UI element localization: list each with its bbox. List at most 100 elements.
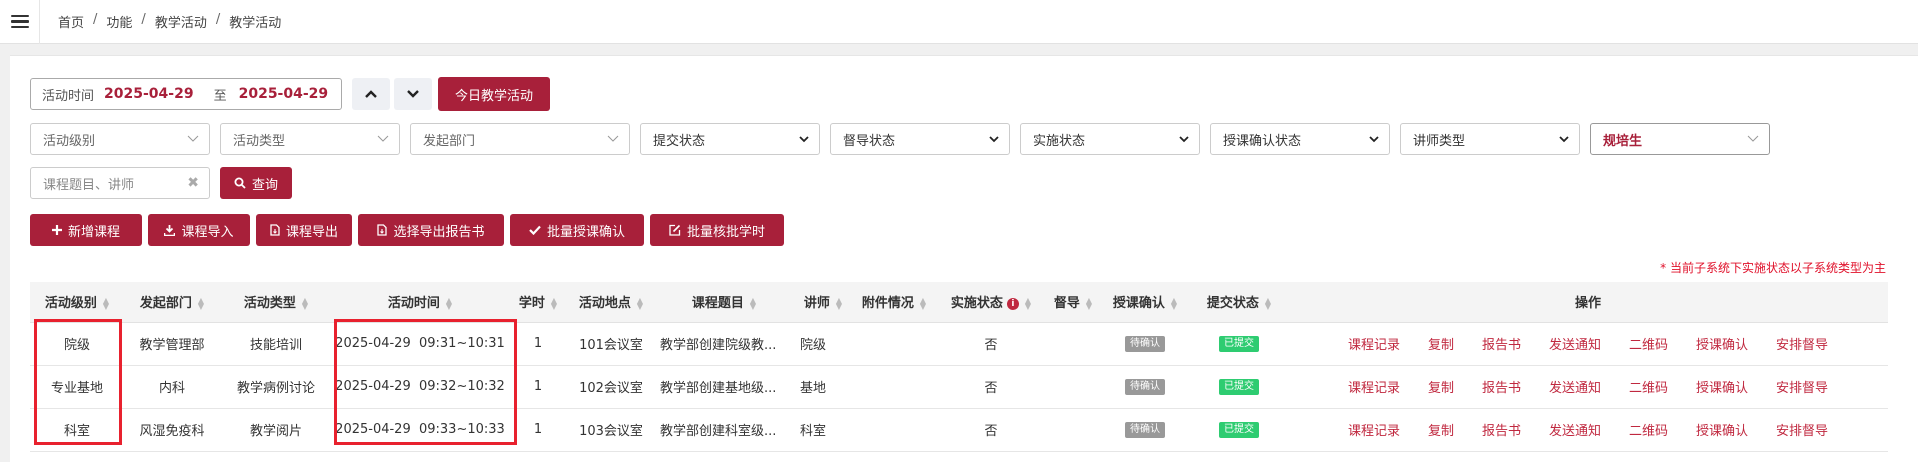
op-notify-link[interactable]: 发送通知 (1549, 381, 1601, 396)
filter-activity-level[interactable]: 活动级别 (30, 123, 210, 155)
sort-icon[interactable]: ▲ ▼ (198, 296, 204, 310)
op-report-link[interactable]: 报告书 (1482, 338, 1521, 353)
clear-icon[interactable]: ✖ (187, 175, 199, 191)
export-report-button[interactable]: 选择导出报告书 (358, 214, 504, 246)
highlight-box-time (334, 319, 517, 445)
table-row: 专业基地 内科 教学病例讨论 2025-04-29 09:32~10:32 1 … (30, 365, 1888, 409)
top-bar: 首页 / 功能 / 教学活动 / 教学活动 (0, 0, 1918, 44)
add-course-button[interactable]: 新增课程 (30, 214, 142, 246)
sort-icon[interactable]: ▲ ▼ (1171, 296, 1177, 310)
op-course-record-link[interactable]: 课程记录 (1348, 338, 1400, 353)
op-notify-link[interactable]: 发送通知 (1549, 338, 1601, 353)
op-course-record-link[interactable]: 课程记录 (1348, 381, 1400, 396)
info-icon[interactable]: i (1006, 297, 1019, 310)
op-supervise-link[interactable]: 安排督导 (1776, 381, 1828, 396)
select-arrow-icon (1179, 136, 1189, 143)
filter-implement-status[interactable]: 实施状态 (1020, 123, 1200, 155)
col-header[interactable]: 活动类型 ▲ ▼ (220, 282, 332, 323)
status-badge: 已提交 (1219, 422, 1259, 438)
file-export-icon (377, 224, 388, 236)
batch-approve-hours-button[interactable]: 批量核批学时 (650, 214, 784, 246)
menu-toggle-button[interactable] (0, 0, 40, 44)
next-day-button[interactable] (394, 78, 432, 110)
cell-supervise (1046, 408, 1100, 452)
op-copy-link[interactable]: 复制 (1428, 338, 1454, 353)
date-range-picker[interactable]: 活动时间 2025-04-29 至 2025-04-29 (30, 78, 342, 110)
sort-icon[interactable]: ▲ ▼ (920, 296, 926, 310)
cell-submit: 已提交 (1190, 322, 1288, 366)
sort-icon[interactable]: ▲ ▼ (1086, 296, 1092, 310)
date-end[interactable]: 2025-04-29 (239, 86, 329, 102)
op-course-record-link[interactable]: 课程记录 (1348, 424, 1400, 439)
op-report-link[interactable]: 报告书 (1482, 424, 1521, 439)
filter-trainee[interactable]: 规培生 (1590, 123, 1770, 155)
col-header[interactable]: 附件情况 ▲ ▼ (852, 282, 936, 323)
sort-icon[interactable]: ▲ ▼ (1265, 296, 1271, 310)
check-icon (529, 225, 541, 235)
status-badge: 待确认 (1125, 336, 1165, 352)
filter-submit-status[interactable]: 提交状态 (640, 123, 820, 155)
breadcrumb-item[interactable]: 功能 (106, 12, 132, 31)
col-header[interactable]: 活动时间 ▲ ▼ (332, 282, 508, 323)
cell-confirm: 待确认 (1100, 365, 1190, 409)
col-header[interactable]: 活动级别 ▲ ▼ (30, 282, 124, 323)
op-copy-link[interactable]: 复制 (1428, 424, 1454, 439)
cell-dept: 内科 (124, 365, 220, 409)
col-header[interactable]: 实施状态 i ▲ ▼ (936, 282, 1046, 323)
op-confirm-link[interactable]: 授课确认 (1696, 424, 1748, 439)
sort-icon[interactable]: ▲ ▼ (1025, 296, 1031, 310)
export-course-button[interactable]: 课程导出 (256, 214, 352, 246)
cell-operations: 课程记录 复制 报告书 发送通知 二维码 授课确认 安排督导 (1288, 322, 1888, 366)
col-header[interactable]: 授课确认 ▲ ▼ (1100, 282, 1190, 323)
cell-confirm: 待确认 (1100, 322, 1190, 366)
today-activities-button[interactable]: 今日教学活动 (438, 77, 550, 111)
cell-title: 教学部创建科室级... (654, 408, 794, 452)
hamburger-icon (10, 14, 29, 29)
col-header[interactable]: 提交状态 ▲ ▼ (1190, 282, 1288, 323)
sort-icon[interactable]: ▲ ▼ (551, 296, 557, 310)
op-confirm-link[interactable]: 授课确认 (1696, 381, 1748, 396)
col-header[interactable]: 讲师 ▲ ▼ (794, 282, 852, 323)
filter-department[interactable]: 发起部门 (410, 123, 630, 155)
op-supervise-link[interactable]: 安排督导 (1776, 424, 1828, 439)
op-qrcode-link[interactable]: 二维码 (1629, 338, 1668, 353)
cell-title: 教学部创建院级教... (654, 322, 794, 366)
breadcrumb-item[interactable]: 教学活动 (155, 12, 207, 31)
import-course-button[interactable]: 课程导入 (148, 214, 250, 246)
chevron-down-icon (377, 135, 389, 142)
prev-day-button[interactable] (352, 78, 390, 110)
sort-icon[interactable]: ▲ ▼ (446, 296, 452, 310)
batch-confirm-button[interactable]: 批量授课确认 (510, 214, 644, 246)
cell-teacher: 科室 (794, 408, 852, 452)
sort-icon[interactable]: ▲ ▼ (750, 296, 756, 310)
date-start[interactable]: 2025-04-29 (104, 86, 194, 102)
filter-supervise-status[interactable]: 督导状态 (830, 123, 1010, 155)
sort-icon[interactable]: ▲ ▼ (302, 296, 308, 310)
col-header[interactable]: 学时 ▲ ▼ (508, 282, 568, 323)
op-qrcode-link[interactable]: 二维码 (1629, 381, 1668, 396)
cell-impl: 否 (936, 365, 1046, 409)
sort-icon[interactable]: ▲ ▼ (637, 296, 643, 310)
search-button[interactable]: 查询 (220, 167, 292, 199)
op-supervise-link[interactable]: 安排督导 (1776, 338, 1828, 353)
search-input[interactable]: 课程题目、讲师 ✖ (30, 167, 210, 199)
col-header[interactable]: 活动地点 ▲ ▼ (568, 282, 654, 323)
sort-icon[interactable]: ▲ ▼ (836, 296, 842, 310)
col-header[interactable]: 督导 ▲ ▼ (1046, 282, 1100, 323)
op-report-link[interactable]: 报告书 (1482, 381, 1521, 396)
op-qrcode-link[interactable]: 二维码 (1629, 424, 1668, 439)
sort-icon[interactable]: ▲ ▼ (103, 296, 109, 310)
col-header[interactable]: 发起部门 ▲ ▼ (124, 282, 220, 323)
op-copy-link[interactable]: 复制 (1428, 381, 1454, 396)
filter-teacher-type[interactable]: 讲师类型 (1400, 123, 1580, 155)
breadcrumb-item[interactable]: 首页 (58, 12, 84, 31)
op-notify-link[interactable]: 发送通知 (1549, 424, 1601, 439)
filter-confirm-status[interactable]: 授课确认状态 (1210, 123, 1390, 155)
cell-operations: 课程记录 复制 报告书 发送通知 二维码 授课确认 安排督导 (1288, 408, 1888, 452)
status-badge: 待确认 (1125, 379, 1165, 395)
select-arrow-icon (1559, 136, 1569, 143)
filter-activity-type[interactable]: 活动类型 (220, 123, 400, 155)
col-header[interactable]: 课程题目 ▲ ▼ (654, 282, 794, 323)
op-confirm-link[interactable]: 授课确认 (1696, 338, 1748, 353)
cell-confirm: 待确认 (1100, 408, 1190, 452)
